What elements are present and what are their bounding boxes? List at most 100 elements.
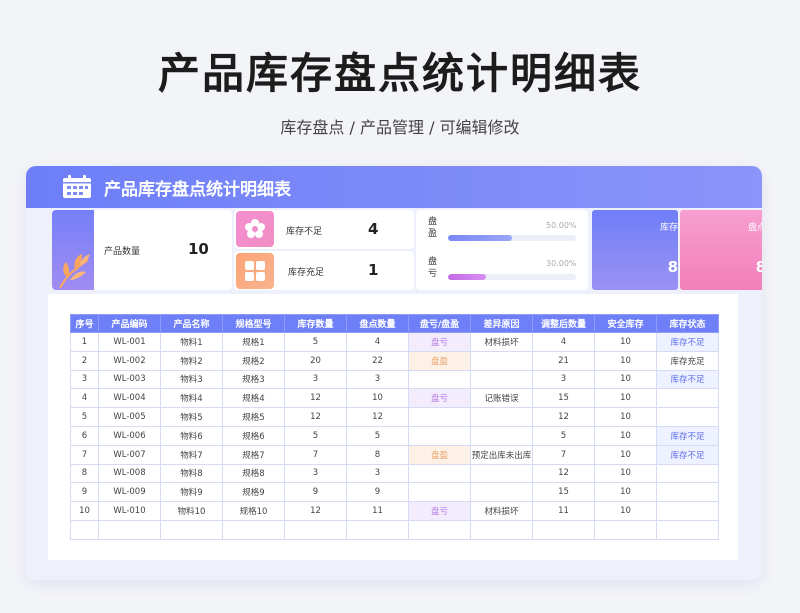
- table-cell[interactable]: 15: [532, 482, 595, 503]
- table-cell[interactable]: 物料9: [160, 482, 223, 503]
- column-header[interactable]: 产品名称: [160, 314, 223, 333]
- table-cell[interactable]: WL-010: [98, 501, 161, 521]
- table-cell[interactable]: [656, 407, 719, 427]
- table-cell[interactable]: 4: [532, 332, 595, 352]
- table-cell[interactable]: WL-006: [98, 425, 161, 446]
- column-header[interactable]: 差异原因: [470, 314, 533, 333]
- table-cell[interactable]: 物料1: [160, 332, 223, 352]
- table-cell[interactable]: [470, 463, 533, 484]
- table-cell[interactable]: 10: [594, 425, 657, 446]
- table-cell[interactable]: 4: [70, 388, 99, 409]
- table-cell[interactable]: 8: [70, 463, 99, 484]
- table-cell[interactable]: WL-009: [98, 482, 161, 503]
- table-cell[interactable]: 物料10: [160, 501, 223, 521]
- table-cell[interactable]: WL-004: [98, 388, 161, 409]
- table-row[interactable]: 9 WL-009 物料9 规格9 9 9 15 10: [70, 482, 719, 503]
- table-cell[interactable]: [160, 519, 223, 540]
- column-header[interactable]: 安全库存: [594, 314, 657, 333]
- column-header[interactable]: 规格型号: [222, 314, 285, 333]
- table-cell[interactable]: 规格3: [222, 369, 285, 390]
- table-cell[interactable]: [656, 501, 719, 521]
- table-cell[interactable]: 22: [346, 350, 409, 371]
- table-cell[interactable]: 10: [594, 332, 657, 352]
- table-cell[interactable]: WL-002: [98, 350, 161, 371]
- table-cell[interactable]: 物料5: [160, 407, 223, 427]
- table-cell[interactable]: 规格8: [222, 463, 285, 484]
- table-row[interactable]: 6 WL-006 物料6 规格6 5 5 5 10 库存不足: [70, 425, 719, 446]
- table-cell[interactable]: 12: [346, 407, 409, 427]
- table-cell[interactable]: WL-005: [98, 407, 161, 427]
- table-cell[interactable]: 4: [346, 332, 409, 352]
- column-header[interactable]: 调整后数量: [532, 314, 595, 333]
- table-cell[interactable]: 规格4: [222, 388, 285, 409]
- table-cell[interactable]: [470, 407, 533, 427]
- column-header[interactable]: 库存数量: [284, 314, 347, 333]
- table-cell[interactable]: [346, 519, 409, 540]
- table-cell[interactable]: 记账错误: [470, 388, 533, 409]
- table-cell[interactable]: 10: [594, 482, 657, 503]
- table-cell[interactable]: [408, 519, 471, 540]
- table-cell[interactable]: [222, 519, 285, 540]
- column-header[interactable]: 库存状态: [656, 314, 719, 333]
- table-cell[interactable]: 5: [284, 425, 347, 446]
- table-cell[interactable]: 盘盈: [408, 350, 471, 371]
- table-cell[interactable]: 10: [594, 407, 657, 427]
- table-cell[interactable]: WL-008: [98, 463, 161, 484]
- table-cell[interactable]: [98, 519, 161, 540]
- table-row[interactable]: 1 WL-001 物料1 规格1 5 4 盘亏 材料损坏 4 10 库存不足: [70, 332, 719, 352]
- table-cell[interactable]: 3: [70, 369, 99, 390]
- table-cell[interactable]: 3: [284, 463, 347, 484]
- table-cell[interactable]: 10: [594, 369, 657, 390]
- table-cell[interactable]: 物料8: [160, 463, 223, 484]
- table-cell[interactable]: 规格1: [222, 332, 285, 352]
- table-cell[interactable]: 3: [284, 369, 347, 390]
- table-cell[interactable]: [656, 519, 719, 540]
- table-cell[interactable]: 1: [70, 332, 99, 352]
- table-cell[interactable]: 10: [70, 501, 99, 521]
- column-header[interactable]: 盘亏/盘盈: [408, 314, 471, 333]
- table-cell[interactable]: 10: [594, 501, 657, 521]
- table-cell[interactable]: 物料6: [160, 425, 223, 446]
- table-cell[interactable]: 20: [284, 350, 347, 371]
- table-cell[interactable]: 2: [70, 350, 99, 371]
- table-cell[interactable]: 规格2: [222, 350, 285, 371]
- table-row[interactable]: 10 WL-010 物料10 规格10 12 11 盘亏 材料损坏 11 10: [70, 501, 719, 521]
- table-cell[interactable]: 10: [594, 388, 657, 409]
- table-cell[interactable]: [656, 463, 719, 484]
- table-cell[interactable]: 物料4: [160, 388, 223, 409]
- table-cell[interactable]: 库存不足: [656, 369, 719, 390]
- table-cell[interactable]: 物料3: [160, 369, 223, 390]
- table-cell[interactable]: [470, 519, 533, 540]
- table-cell[interactable]: 10: [346, 388, 409, 409]
- table-cell[interactable]: 规格9: [222, 482, 285, 503]
- table-cell[interactable]: 12: [284, 388, 347, 409]
- table-cell[interactable]: 8: [346, 444, 409, 465]
- table-cell[interactable]: [284, 519, 347, 540]
- table-cell[interactable]: [656, 482, 719, 503]
- table-row[interactable]: [70, 519, 719, 540]
- table-cell[interactable]: 5: [532, 425, 595, 446]
- column-header[interactable]: 产品编码: [98, 314, 161, 333]
- table-cell[interactable]: 5: [284, 332, 347, 352]
- table-cell[interactable]: 11: [346, 501, 409, 521]
- table-cell[interactable]: [470, 425, 533, 446]
- table-cell[interactable]: 5: [70, 407, 99, 427]
- table-cell[interactable]: 12: [532, 407, 595, 427]
- table-cell[interactable]: [470, 350, 533, 371]
- table-cell[interactable]: 6: [70, 425, 99, 446]
- table-cell[interactable]: 10: [594, 444, 657, 465]
- table-cell[interactable]: WL-001: [98, 332, 161, 352]
- table-cell[interactable]: 12: [532, 463, 595, 484]
- table-cell[interactable]: [408, 407, 471, 427]
- table-cell[interactable]: 盘亏: [408, 388, 471, 409]
- table-cell[interactable]: 10: [594, 350, 657, 371]
- table-cell[interactable]: 21: [532, 350, 595, 371]
- table-row[interactable]: 2 WL-002 物料2 规格2 20 22 盘盈 21 10 库存充足: [70, 350, 719, 371]
- table-cell[interactable]: 库存不足: [656, 425, 719, 446]
- table-cell[interactable]: 盘亏: [408, 332, 471, 352]
- table-cell[interactable]: 9: [70, 482, 99, 503]
- table-row[interactable]: 4 WL-004 物料4 规格4 12 10 盘亏 记账错误 15 10: [70, 388, 719, 409]
- table-cell[interactable]: 11: [532, 501, 595, 521]
- table-cell[interactable]: [470, 369, 533, 390]
- table-row[interactable]: 7 WL-007 物料7 规格7 7 8 盘盈 预定出库未出库 7 10 库存不足: [70, 444, 719, 465]
